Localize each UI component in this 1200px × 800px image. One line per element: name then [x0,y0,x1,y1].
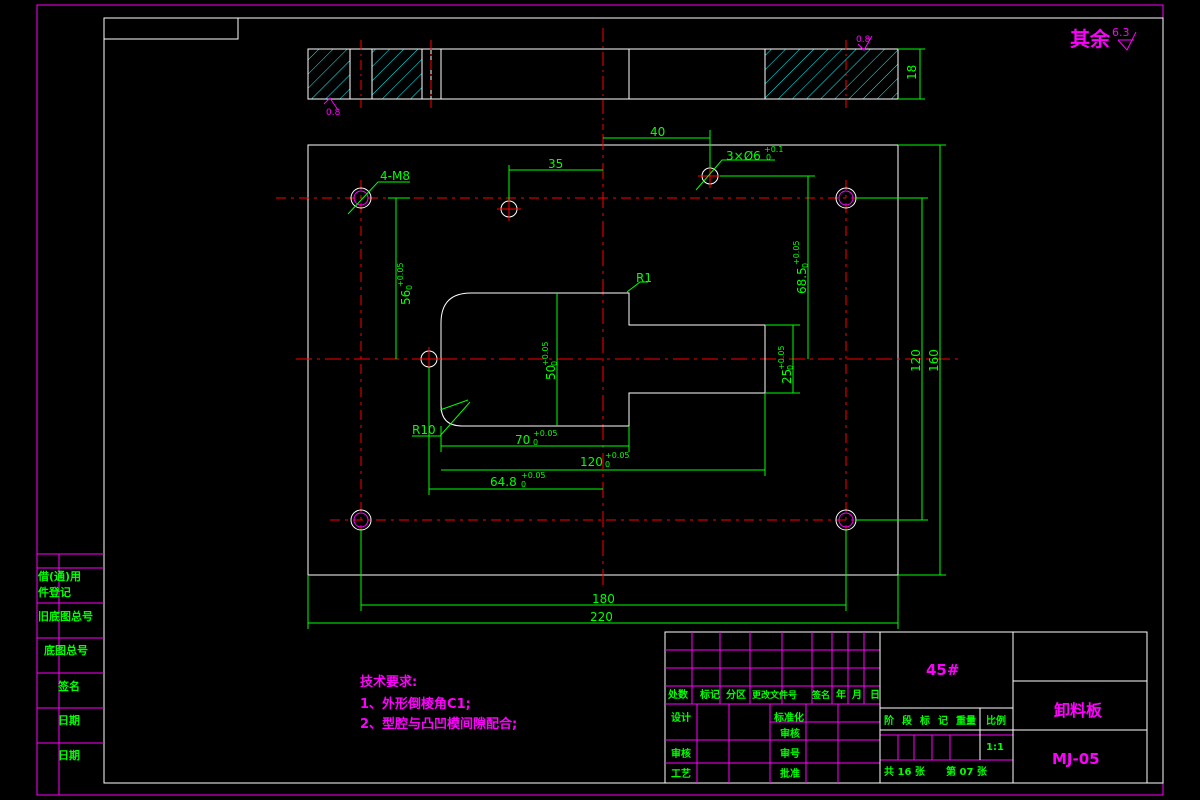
dim-25-tol: +0.05 [777,345,786,370]
dim-648-tol: +0.05 [521,471,546,480]
plan-view [276,134,960,590]
stage-hdr-5: 比例 [986,714,1006,727]
role-standard: 标准化 [773,711,804,724]
dim-70-low: 0 [533,438,538,447]
dim-70-tol: +0.05 [533,429,558,438]
rev-hdr-2: 分区 [726,688,746,701]
dim-50-tol: +0.05 [541,341,550,366]
dim-120h-tol: +0.05 [605,451,630,460]
dim-25: 25 [780,369,794,384]
dim-160: 160 [927,349,941,372]
role-check: 审核 [780,727,800,740]
stage-hdr-4: 重量 [956,714,976,727]
role-process: 工艺 [671,767,691,780]
scale-value: 1:1 [986,742,1004,753]
inner-frame [103,17,1164,784]
dim-685-tol: +0.05 [792,240,801,265]
dim-648-low: 0 [521,480,526,489]
dim-685: 68.5 [795,267,809,294]
rev-hdr-4: 签名 [811,689,830,701]
tech-item-2: 2、型腔与凸凹模间隙配合; [360,716,517,732]
dim-648: 64.8 [490,475,517,489]
dim-50-low: 0 [550,361,559,366]
dim-50: 50 [544,365,558,380]
dim-180: 180 [592,592,615,606]
roughness-top: 0.8 [856,35,871,45]
dim-685-low: 0 [801,263,810,268]
dim-3x6: 3×Ø6 [726,149,761,163]
corner-box [103,17,239,40]
role-approve: 批准 [780,767,800,780]
strip-label-5: 日期 [58,713,80,727]
strip-label-0: 借(通)用 [37,569,81,583]
stage-hdr-2: 标 [919,714,930,727]
section-view: 18 0.8 0.8 [307,28,925,130]
dimension-lines [307,130,946,629]
rev-hdr-1: 处数 [667,688,689,701]
dim-56: 56 [399,290,413,305]
dim-56-tol: +0.05 [396,262,405,287]
section-hatch-1 [308,49,350,99]
rev-hdr-5: 年 [836,688,846,701]
strip-label-3: 底图总号 [44,643,88,657]
rev-hdr-3: 更改文件号 [752,689,797,701]
title-block: 标记 标记 处数 分区 更改文件号 签名 年 月 日 设计 审核 工艺 标准化 … [664,631,1148,784]
stage-hdr-1: 段 [902,714,912,727]
strip-label-6: 日期 [58,748,80,762]
strip-label-1: 件登记 [38,585,71,599]
tech-title: 技术要求: [360,674,417,690]
section-hatch-2 [372,49,422,99]
strip-label-4: 签名 [57,679,80,693]
dim-r10: R10 [412,423,436,437]
stage-hdr-3: 记 [938,715,948,727]
dim-120h-low: 0 [605,460,610,469]
dim-4m8: 4-M8 [380,169,410,183]
drawing-number: MJ-05 [1052,750,1100,768]
strip-label-2: 旧底图总号 [38,609,93,623]
outer-frame [36,4,1164,796]
roughness-bottom: 0.8 [326,108,341,118]
dim-25-low: 0 [786,365,795,370]
sheet-number: 第 07 张 [946,765,988,778]
dim-35: 35 [548,157,563,171]
part-name: 卸料板 [1054,701,1103,720]
dim-thickness: 18 [905,65,919,80]
role-number: 审号 [780,747,800,760]
section-hatch-3 [765,49,898,99]
dim-3x6-low: 0 [766,153,771,162]
dim-56-low: 0 [405,285,414,290]
tech-item-1: 1、外形倒棱角C1; [360,696,471,712]
dim-120h: 120 [580,455,603,469]
drawing-canvas: 其余 6.3 18 0.8 0.8 40 35 4-M8 3×Ø6 +0.1 0… [36,4,1164,796]
roughness-label: 其余 [1070,27,1111,51]
dim-70: 70 [515,433,530,447]
roughness-value: 6.3 [1112,26,1130,39]
stage-hdr-0: 阶 [884,714,895,727]
tech-requirements: 技术要求: 1、外形倒棱角C1; 2、型腔与凸凹模间隙配合; [360,674,517,732]
roughness-note: 其余 6.3 [1070,26,1137,51]
role-design: 设计 [671,711,691,724]
dim-40: 40 [650,125,665,139]
dim-220: 220 [590,610,613,624]
rev-hdr-0: 标记 [699,688,720,701]
sheets-total: 共 16 张 [884,765,926,778]
dim-120v: 120 [909,349,923,372]
rev-hdr-7: 日 [870,689,880,701]
role-review: 审核 [671,747,691,760]
rev-hdr-6: 月 [851,689,862,701]
left-strip: 借(通)用 件登记 旧底图总号 底图总号 签名 日期 日期 [37,553,104,795]
dim-r1: R1 [636,271,652,285]
material: 45# [926,661,959,679]
